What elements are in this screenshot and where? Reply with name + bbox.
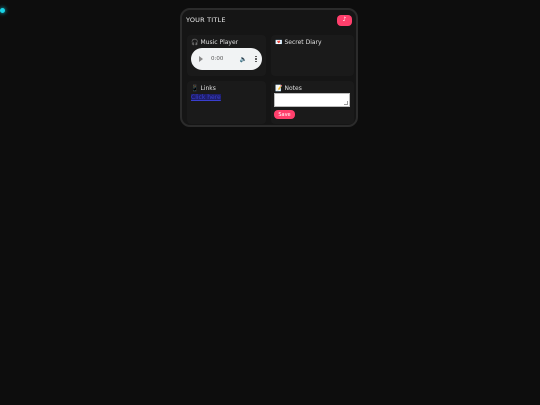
music-note-icon: ♪ <box>342 16 347 23</box>
volume-icon[interactable]: 🔈 <box>240 56 247 63</box>
headphones-icon: 🎧 <box>191 38 199 46</box>
time-display: 0:00 <box>211 56 224 62</box>
music-toggle-button[interactable]: ♪ <box>337 14 352 26</box>
card-title-label: Links <box>200 85 216 92</box>
cursor-dot <box>0 8 5 13</box>
widget-window: YOUR TITLE ♪ 🎧 Music Player 0:00 🔈 💌 Sec… <box>180 8 358 127</box>
link[interactable]: Click here <box>191 94 221 101</box>
card-title-label: Music Player <box>200 39 239 46</box>
notes-card: 📝 Notes Save <box>271 81 354 124</box>
more-options-icon[interactable] <box>255 55 257 63</box>
audio-player[interactable]: 0:00 🔈 <box>191 48 262 70</box>
card-title-label: Secret Diary <box>284 39 322 46</box>
card-title: 💌 Secret Diary <box>275 39 350 46</box>
notes-textarea[interactable] <box>274 93 350 107</box>
save-button[interactable]: Save <box>274 110 295 119</box>
music-player-card: 🎧 Music Player 0:00 🔈 <box>187 35 266 76</box>
card-title-label: Notes <box>284 85 302 92</box>
love-letter-icon: 💌 <box>275 38 283 46</box>
page-title: YOUR TITLE <box>186 16 226 24</box>
card-title: 🎧 Music Player <box>191 39 262 46</box>
play-icon[interactable] <box>199 56 203 62</box>
card-title: 📝 Notes <box>275 85 350 92</box>
memo-icon: 📝 <box>275 84 283 92</box>
header: YOUR TITLE ♪ <box>186 13 352 27</box>
card-title: 📱 Links <box>191 85 262 92</box>
secret-diary-card: 💌 Secret Diary <box>271 35 354 76</box>
phone-icon: 📱 <box>191 84 199 92</box>
links-card: 📱 Links Click here <box>187 81 266 124</box>
